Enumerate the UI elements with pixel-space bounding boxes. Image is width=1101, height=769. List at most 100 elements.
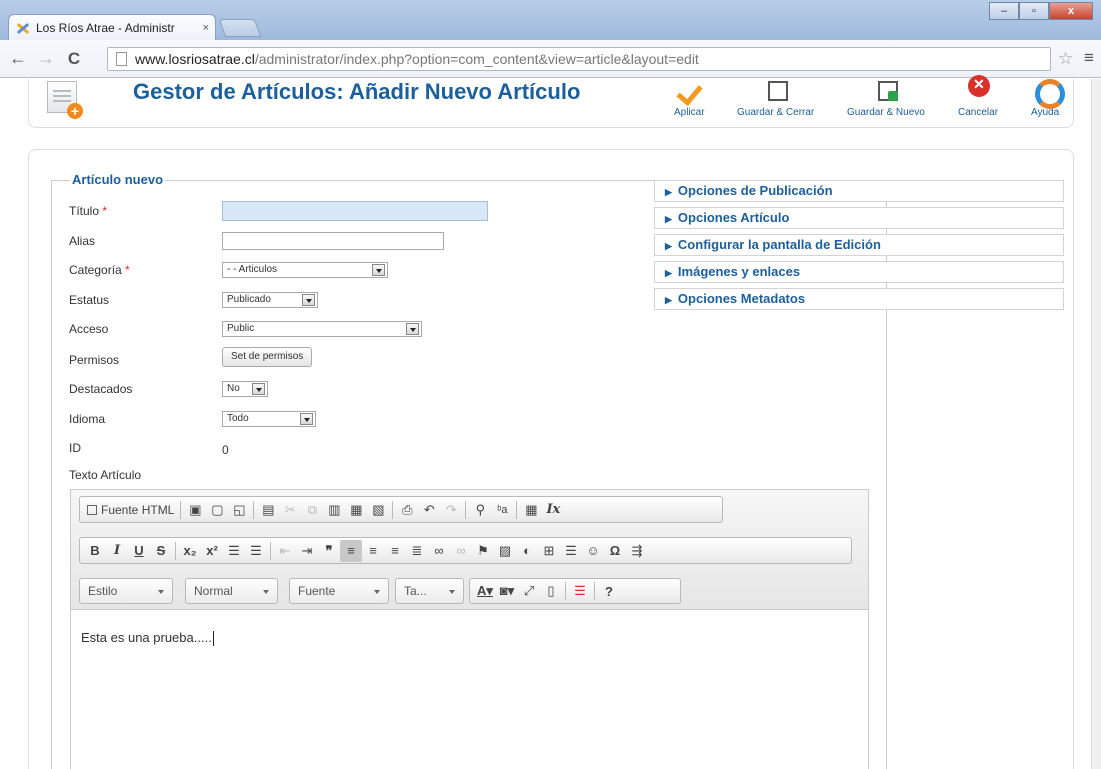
- editor-content[interactable]: Esta es una prueba.....: [81, 630, 214, 647]
- wysiwyg-editor: Fuente HTML ▣ ▢ ◱ ▤ ✂ ⧉ ▥ ▦ ▧ ⎙ ↶ ↷ ⚲ ᵇa…: [70, 489, 869, 769]
- field-texto: Texto Artículo: [69, 465, 569, 485]
- acceso-select[interactable]: Public: [222, 321, 422, 337]
- size-combo-label: Ta...: [404, 584, 427, 598]
- address-bar[interactable]: www.losriosatrae.cl/administrator/index.…: [107, 47, 1051, 71]
- help-button[interactable]: Ayuda: [1031, 79, 1066, 118]
- accordion-edicion[interactable]: ▶ Configurar la pantalla de Edición: [654, 234, 1064, 256]
- strikethrough-icon[interactable]: S: [150, 540, 172, 562]
- chevron-down-icon: [263, 590, 269, 594]
- apply-button[interactable]: Aplicar: [674, 83, 705, 118]
- replace-icon[interactable]: ᵇa: [491, 499, 513, 521]
- anchor-flag-icon[interactable]: ⚑: [472, 540, 494, 562]
- numbered-list-icon[interactable]: ☰: [223, 540, 245, 562]
- reload-icon[interactable]: C: [64, 49, 84, 69]
- accordion-articulo[interactable]: ▶ Opciones Artículo: [654, 207, 1064, 229]
- page-break-icon[interactable]: ⇶: [626, 540, 648, 562]
- superscript-icon[interactable]: x²: [201, 540, 223, 562]
- readmore-icon[interactable]: ☰: [569, 580, 591, 602]
- cut-icon[interactable]: ✂: [279, 499, 301, 521]
- texto-label: Texto Artículo: [69, 468, 142, 482]
- minimize-button[interactable]: –: [989, 2, 1019, 20]
- paste-word-icon[interactable]: ▧: [367, 499, 389, 521]
- forward-icon[interactable]: →: [36, 48, 56, 69]
- categoria-label: Categoría *: [69, 263, 130, 277]
- alias-input[interactable]: [222, 232, 444, 250]
- text-color-icon[interactable]: A▾: [474, 580, 496, 602]
- copy-icon[interactable]: ⧉: [301, 499, 323, 521]
- save-close-button[interactable]: Guardar & Cerrar: [737, 81, 814, 118]
- paste-icon[interactable]: ▥: [323, 499, 345, 521]
- table-icon[interactable]: ⊞: [538, 540, 560, 562]
- cancel-button[interactable]: Cancelar: [958, 75, 998, 118]
- outdent-icon[interactable]: ⇤: [274, 540, 296, 562]
- save-icon[interactable]: ▣: [184, 499, 206, 521]
- new-page-icon[interactable]: ▢: [206, 499, 228, 521]
- accordion-label: Configurar la pantalla de Edición: [677, 237, 881, 252]
- background-color-icon[interactable]: ◙▾: [496, 580, 518, 602]
- browser-tab[interactable]: Los Ríos Atrae - Administr ×: [8, 14, 216, 40]
- toolbar-row-3-tools: A▾ ◙▾ ⤢ ▯ ☰ ?: [469, 578, 681, 604]
- tab-close-icon[interactable]: ×: [203, 22, 209, 34]
- save-new-button[interactable]: Guardar & Nuevo: [847, 81, 925, 118]
- maximize-button[interactable]: ▫: [1019, 2, 1049, 20]
- align-left-icon[interactable]: ≡: [340, 539, 362, 562]
- justify-icon[interactable]: ≣: [406, 540, 428, 562]
- accordion-metadatos[interactable]: ▶ Opciones Metadatos: [654, 288, 1064, 310]
- templates-icon[interactable]: ▤: [257, 499, 279, 521]
- size-combo[interactable]: Ta...: [395, 578, 464, 604]
- destacados-select[interactable]: No: [222, 381, 268, 397]
- select-all-icon[interactable]: ▦: [520, 499, 542, 521]
- font-combo-label: Fuente: [298, 584, 336, 598]
- close-window-button[interactable]: x: [1049, 2, 1093, 20]
- new-tab-button[interactable]: [218, 19, 262, 37]
- font-combo[interactable]: Fuente: [289, 578, 389, 604]
- page-content: + Gestor de Artículos: Añadir Nuevo Artí…: [0, 75, 1101, 769]
- find-icon[interactable]: ⚲: [469, 499, 491, 521]
- paste-text-icon[interactable]: ▦: [345, 499, 367, 521]
- required-mark: *: [125, 263, 130, 277]
- page-scrollbar[interactable]: [1091, 79, 1101, 769]
- smiley-icon[interactable]: ☺: [582, 540, 604, 562]
- style-combo[interactable]: Estilo: [79, 578, 173, 604]
- page-icon: [116, 52, 127, 66]
- source-html-button[interactable]: Fuente HTML: [84, 499, 177, 521]
- blockquote-icon[interactable]: ❞: [318, 540, 340, 562]
- indent-icon[interactable]: ⇥: [296, 540, 318, 562]
- show-blocks-icon[interactable]: ▯: [540, 580, 562, 602]
- maximize-icon[interactable]: ⤢: [518, 580, 540, 602]
- bookmark-star-icon[interactable]: ☆: [1058, 49, 1073, 69]
- categoria-select[interactable]: - - Articulos: [222, 262, 388, 278]
- browser-menu-icon[interactable]: ≡: [1084, 48, 1094, 68]
- subscript-icon[interactable]: x₂: [179, 540, 201, 562]
- align-right-icon[interactable]: ≡: [384, 540, 406, 562]
- accordion-publicacion[interactable]: ▶ Opciones de Publicación: [654, 180, 1064, 202]
- align-center-icon[interactable]: ≡: [362, 540, 384, 562]
- accordion-imagenes[interactable]: ▶ Imágenes y enlaces: [654, 261, 1064, 283]
- undo-icon[interactable]: ↶: [418, 499, 440, 521]
- print-icon[interactable]: ⎙: [396, 499, 418, 521]
- image-icon[interactable]: ▨: [494, 540, 516, 562]
- link-icon[interactable]: ∞: [428, 540, 450, 562]
- text-caret: [212, 631, 214, 647]
- format-combo[interactable]: Normal: [185, 578, 278, 604]
- id-value: 0: [222, 443, 229, 457]
- permissions-button[interactable]: Set de permisos: [222, 347, 313, 367]
- bold-icon[interactable]: B: [84, 540, 106, 562]
- unlink-icon[interactable]: ∞: [450, 540, 472, 562]
- preview-icon[interactable]: ◱: [228, 499, 250, 521]
- back-icon[interactable]: ←: [8, 48, 28, 69]
- redo-icon[interactable]: ↷: [440, 499, 462, 521]
- estatus-select[interactable]: Publicado: [222, 292, 318, 308]
- component-header: + Gestor de Artículos: Añadir Nuevo Artí…: [28, 75, 1074, 128]
- idioma-select[interactable]: Todo: [222, 411, 316, 427]
- acceso-label: Acceso: [69, 322, 109, 336]
- horizontal-line-icon[interactable]: ☰: [560, 540, 582, 562]
- about-icon[interactable]: ?: [598, 580, 620, 602]
- titulo-input[interactable]: [222, 201, 488, 221]
- underline-icon[interactable]: U: [128, 540, 150, 562]
- bulleted-list-icon[interactable]: ☰: [245, 540, 267, 562]
- italic-icon[interactable]: I: [106, 540, 128, 562]
- flash-icon[interactable]: ◐: [516, 540, 538, 562]
- special-char-icon[interactable]: Ω: [604, 540, 626, 562]
- remove-format-icon[interactable]: Ix: [542, 499, 564, 521]
